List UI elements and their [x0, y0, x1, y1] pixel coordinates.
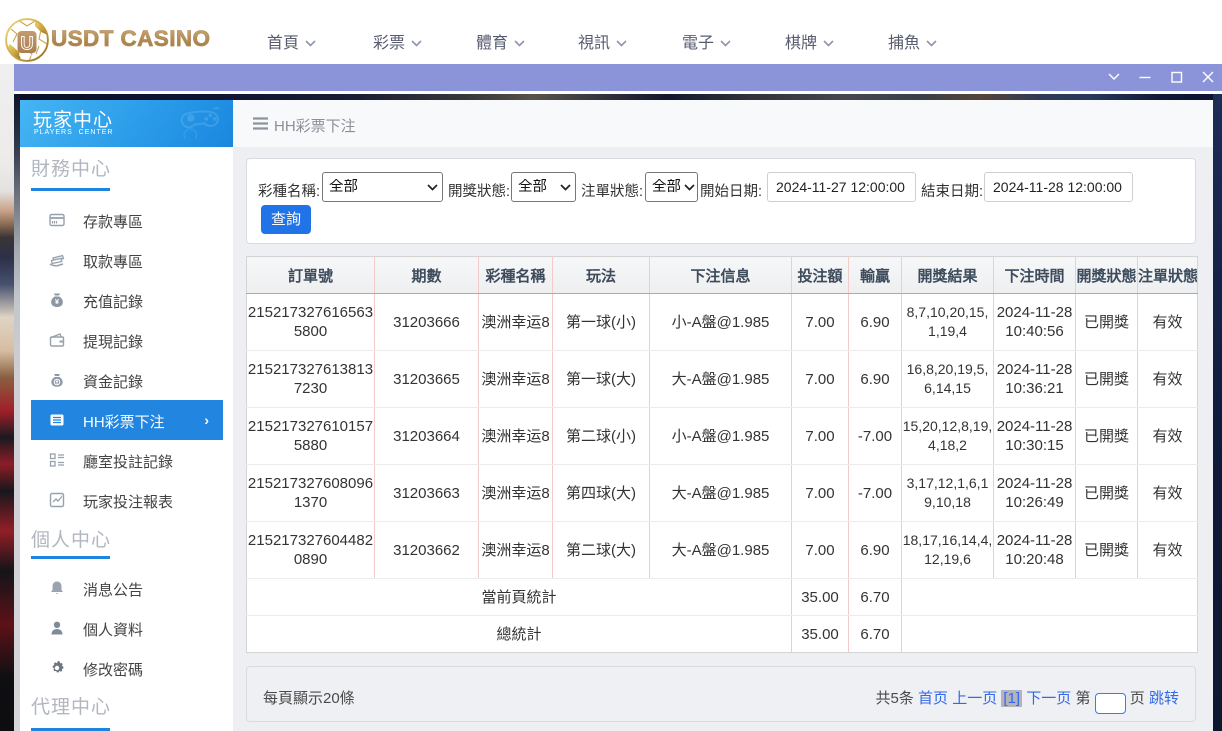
svg-text:U: U [20, 33, 33, 53]
svg-text:casino: casino [18, 52, 34, 57]
